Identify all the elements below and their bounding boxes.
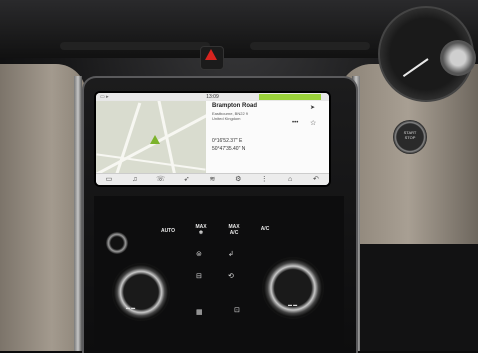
gauge-ring: [440, 40, 476, 76]
map-road: [113, 102, 142, 173]
rear-defrost-icon[interactable]: ⊟: [196, 272, 202, 280]
vehicle-position-icon: [150, 135, 160, 144]
left-knob-label: ▬ ▬: [126, 305, 136, 310]
auto-button[interactable]: AUTO: [156, 228, 180, 234]
max-ac-button[interactable]: MAX A/C: [222, 224, 246, 236]
back-icon[interactable]: ↶: [307, 174, 325, 185]
map-road: [96, 153, 206, 171]
max-defrost-sub: ❄: [198, 230, 204, 236]
heated-seat-icon[interactable]: ▦: [196, 308, 203, 316]
chrome-trim-left: [74, 76, 82, 351]
start-label-line2: STOP: [404, 135, 416, 140]
fan-direction-icon[interactable]: ↲: [228, 250, 234, 258]
map-view[interactable]: [96, 101, 206, 173]
more-options-icon[interactable]: •••: [292, 120, 298, 126]
phone-icon[interactable]: ☏: [152, 174, 170, 185]
air-vent-left: [60, 42, 210, 50]
right-temperature-knob[interactable]: [262, 257, 324, 319]
volume-knob[interactable]: [106, 232, 128, 254]
air-vent-right: [250, 42, 370, 50]
hazard-triangle-icon: [205, 49, 217, 60]
place-country: United Kingdom: [212, 116, 241, 121]
apps-icon[interactable]: ⋮: [255, 174, 273, 185]
navigation-icon[interactable]: ➶: [178, 174, 196, 185]
ac-button[interactable]: A/C: [254, 226, 276, 232]
coordinate-longitude: 0°16'52.37" E: [212, 138, 243, 144]
max-ac-sub: A/C: [229, 230, 239, 236]
infotainment-screen: ▭ ▸ 13:09 Brampton Road Eastbourne, BN22…: [96, 93, 329, 185]
start-stop-label: START STOP: [393, 130, 427, 140]
coordinate-latitude: 50°47'35.40" N: [212, 146, 246, 152]
favorite-star-icon[interactable]: ☆: [310, 119, 316, 127]
lock-icon[interactable]: ⊡: [234, 306, 240, 314]
place-title: Brampton Road: [212, 103, 257, 109]
settings-icon[interactable]: ⚙: [229, 174, 247, 185]
car-icon[interactable]: ▭: [100, 174, 118, 185]
place-info-panel: Brampton Road Eastbourne, BN22 9 United …: [206, 101, 329, 173]
left-temperature-knob[interactable]: [112, 263, 170, 321]
front-defrost-icon[interactable]: ⊜: [196, 250, 202, 258]
recirculation-icon[interactable]: ⟲: [228, 272, 234, 280]
console-side-lower: [358, 244, 478, 351]
bottom-dock: ▭ ♫ ☏ ➶ ≋ ⚙ ⋮ ⌂ ↶: [96, 173, 329, 185]
max-defrost-button[interactable]: MAX ❄: [190, 224, 212, 236]
right-knob-label: ▬ ▬: [288, 302, 298, 307]
climate-icon[interactable]: ≋: [203, 174, 221, 185]
navigate-icon[interactable]: ➤: [310, 104, 315, 111]
home-icon[interactable]: ⌂: [281, 174, 299, 185]
media-icon[interactable]: ♫: [126, 174, 144, 185]
status-time: 13:09: [206, 94, 219, 100]
